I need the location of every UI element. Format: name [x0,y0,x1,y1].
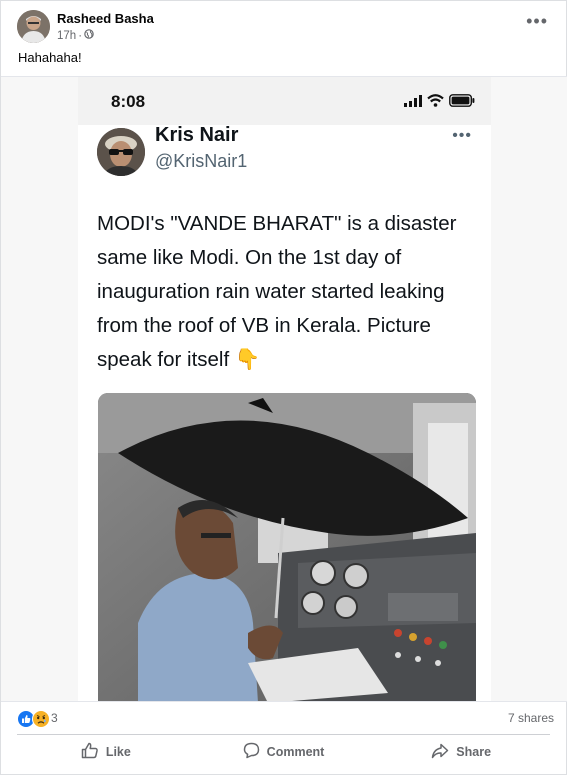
phone-screenshot: 8:08 Kris Nair @KrisNair1 ••• MODI's "VA… [78,77,491,701]
actions-divider [17,734,550,735]
like-button[interactable]: Like [17,736,195,768]
status-icons [404,94,475,112]
reaction-count[interactable]: 3 [51,711,58,725]
post-header: Rasheed Basha 17h · ••• [17,10,550,44]
post-time[interactable]: 17h [57,30,76,42]
comment-label: Comment [266,745,325,759]
train-cab-umbrella-photo [98,393,476,701]
battery-icon [449,94,475,112]
shares-count[interactable]: 7 shares [508,711,554,725]
signal-icon [404,94,422,112]
facebook-post: Rasheed Basha 17h · ••• Hahahaha! 8:08 K… [0,0,567,775]
tweet-author-name: Kris Nair [155,124,239,146]
post-actions: Like Comment Share [17,736,550,768]
tweet-more-icon: ••• [452,127,472,144]
reaction-icons[interactable] [17,710,50,733]
like-label: Like [105,745,131,759]
embedded-screenshot[interactable]: 8:08 Kris Nair @KrisNair1 ••• MODI's "VA… [1,76,567,702]
share-label: Share [456,745,492,759]
status-time: 8:08 [111,92,146,111]
author-avatar[interactable] [17,10,50,43]
more-horizontal-icon[interactable]: ••• [526,12,548,30]
tweet-text: MODI's "VANDE BHARAT" is a disaster same… [97,212,457,371]
share-button[interactable]: Share [372,736,550,768]
comment-icon [243,742,260,762]
tweet-author-avatar [97,128,145,176]
post-caption: Hahahaha! [18,50,82,65]
share-arrow-icon [431,743,449,762]
phone-status-bar: 8:08 [78,77,491,125]
comment-button[interactable]: Comment [195,736,373,768]
sad-reaction-icon [32,710,50,733]
thumbs-up-icon [81,742,99,762]
post-meta: 17h · [57,29,94,42]
globe-icon [84,29,94,42]
reactions-summary: 3 7 shares [17,707,554,731]
wifi-icon [427,94,444,112]
author-name[interactable]: Rasheed Basha [57,11,154,26]
tweet-author-handle: @KrisNair1 [155,151,248,171]
